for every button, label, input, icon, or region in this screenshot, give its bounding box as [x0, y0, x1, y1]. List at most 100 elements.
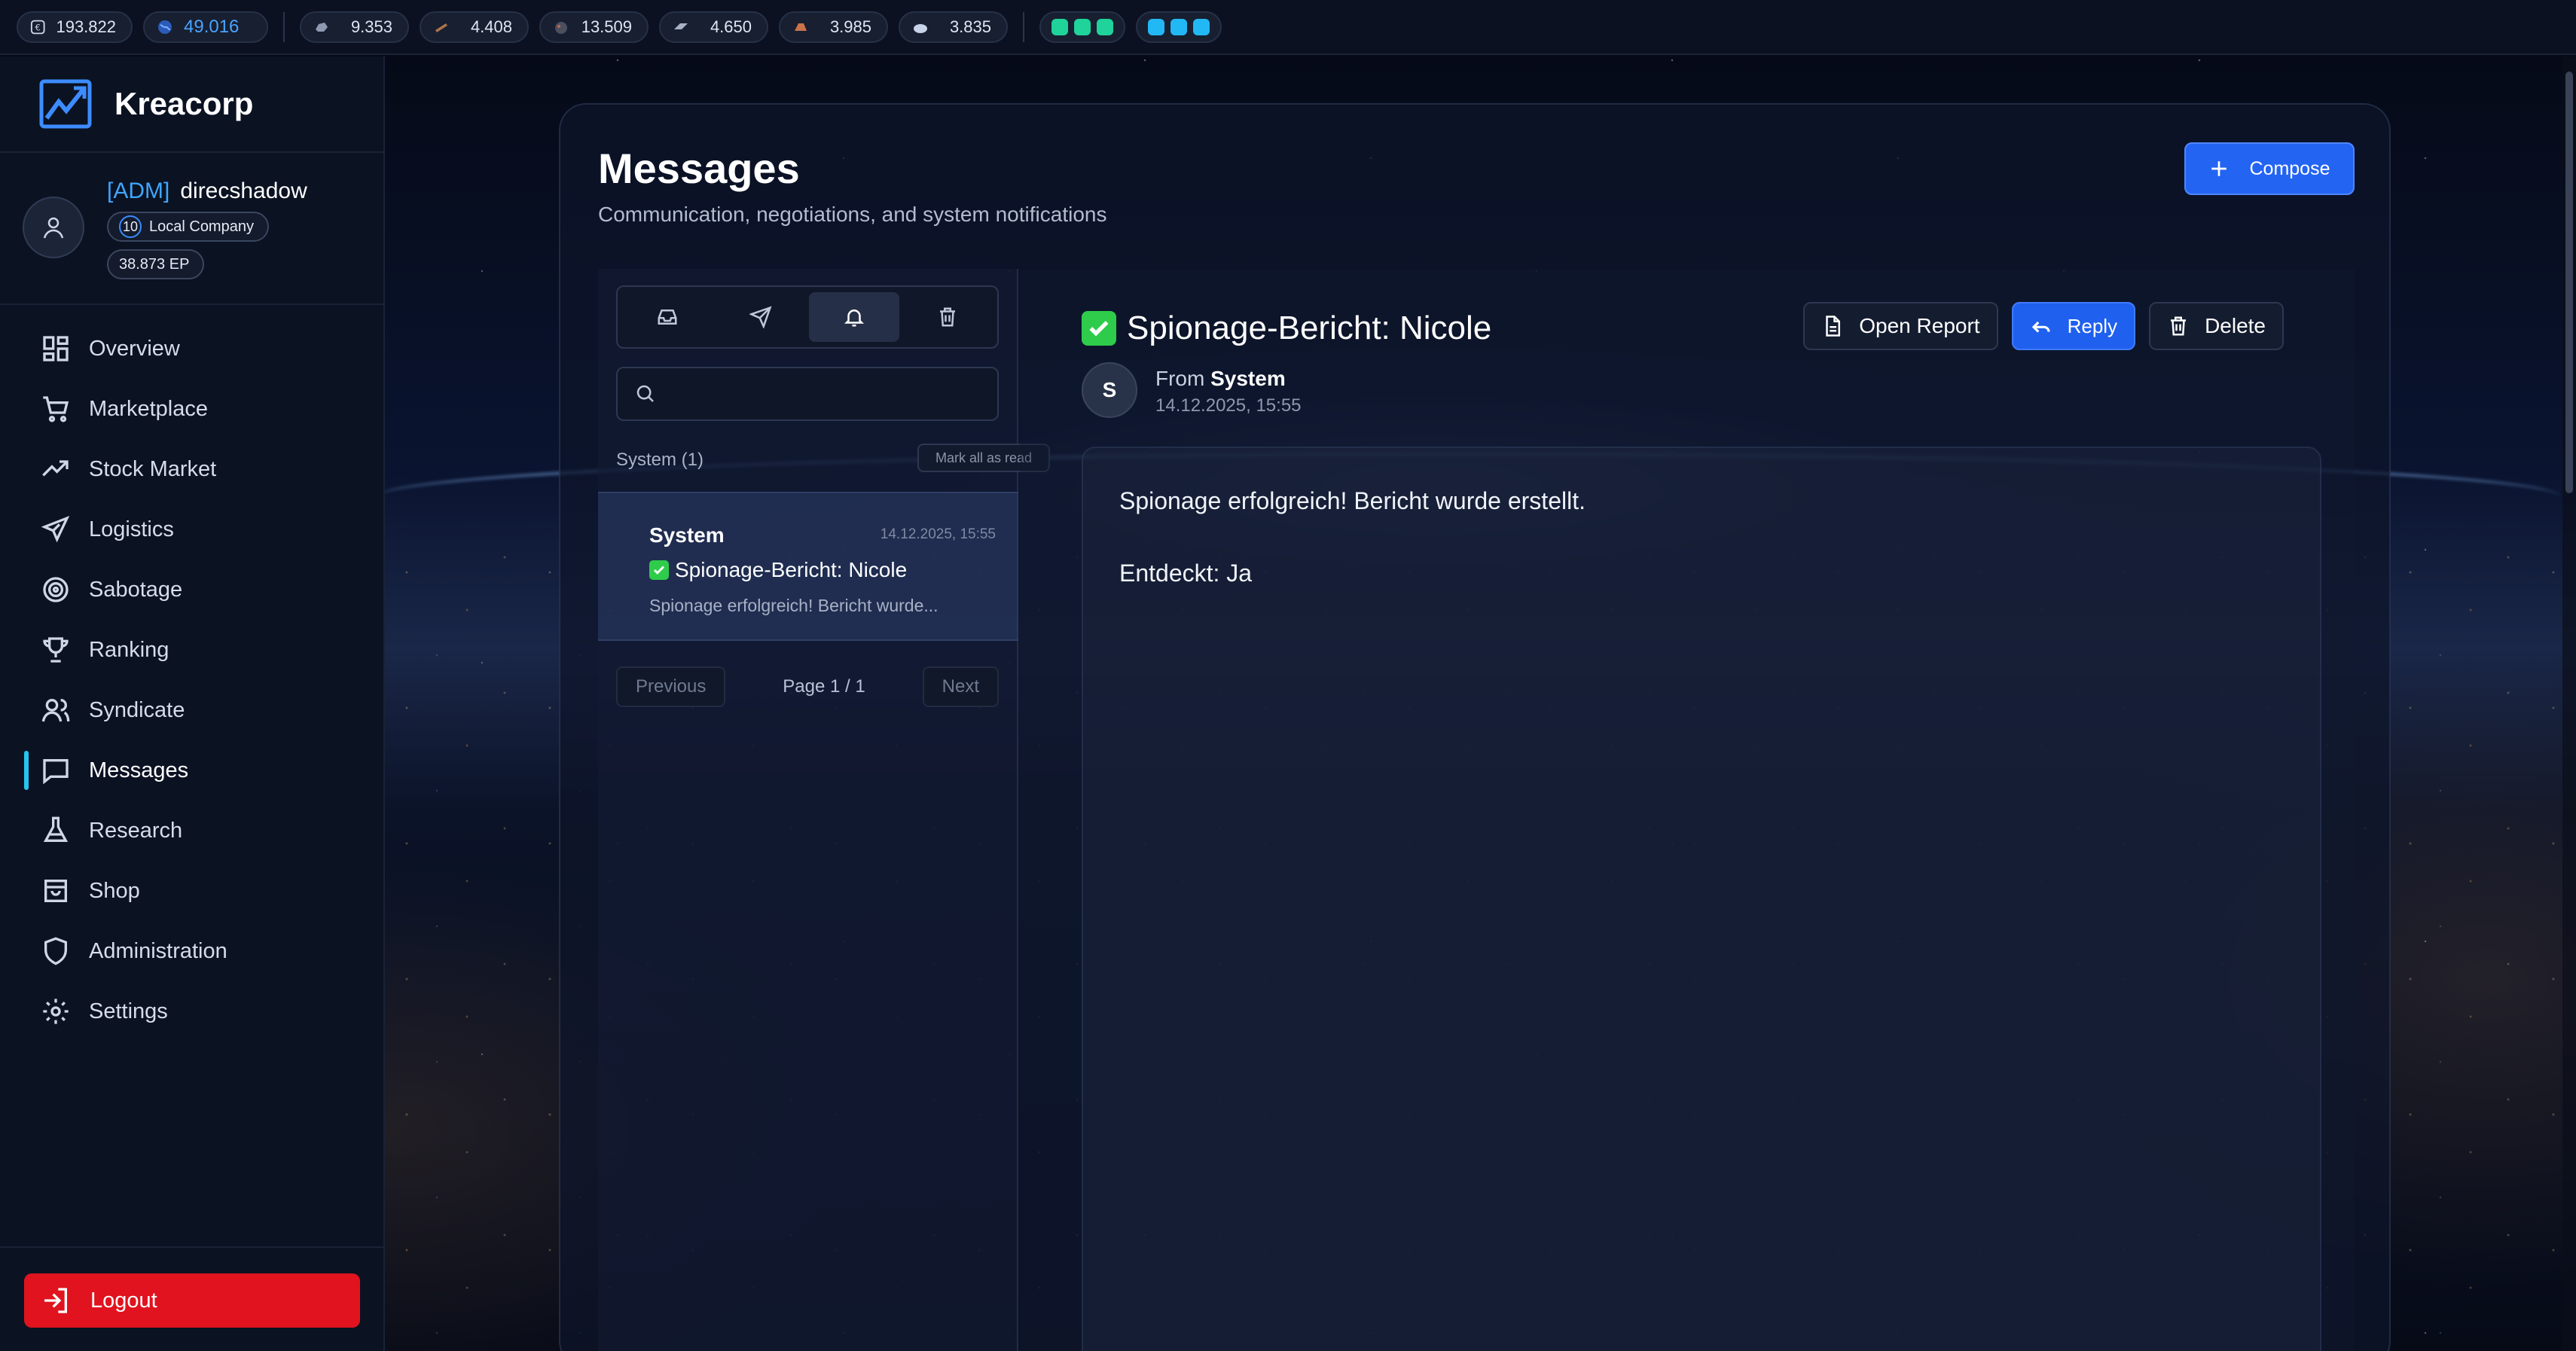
search-input[interactable] — [669, 371, 997, 416]
company-type: Local Company — [149, 218, 254, 235]
list-item-subject: Spionage-Bericht: Nicole — [649, 558, 907, 582]
sender-line: From System — [1155, 367, 1302, 391]
nav-item-ranking[interactable]: Ranking — [0, 620, 383, 680]
logout-button[interactable]: Logout — [24, 1273, 360, 1328]
trend-up-icon — [42, 460, 69, 477]
nav-item-syndicate[interactable]: Syndicate — [0, 680, 383, 740]
nav-label: Shop — [89, 878, 140, 903]
from-prefix: From — [1155, 367, 1205, 390]
nav-item-shop[interactable]: Shop — [0, 861, 383, 921]
ore-icon — [555, 21, 567, 34]
grid-icon — [43, 336, 69, 361]
open-report-label: Open Report — [1859, 314, 1980, 337]
money-icon: € — [30, 20, 45, 34]
brand[interactable]: Kreacorp — [0, 56, 383, 153]
body-paragraph: Entdeckt: Ja — [1119, 560, 1253, 587]
gear-icon — [43, 999, 69, 1024]
nav-label: Sabotage — [89, 577, 183, 602]
cart-icon — [43, 396, 69, 422]
nav-item-stock-market[interactable]: Stock Market — [0, 439, 383, 499]
status-dot — [1148, 18, 1164, 35]
check-mark-icon — [1082, 311, 1116, 346]
material-value: 4.650 — [710, 17, 752, 36]
status-dot — [1097, 18, 1113, 35]
tab-inbox[interactable] — [622, 292, 713, 342]
user-card: [ADM] direcshadow 10 Local Company 38.873… — [0, 153, 383, 305]
compose-label: Compose — [2249, 157, 2330, 179]
material-value: 3.985 — [829, 17, 871, 36]
scrollbar[interactable] — [2562, 56, 2576, 1351]
nav-label: Syndicate — [89, 697, 185, 722]
compose-button[interactable]: Compose — [2184, 142, 2355, 195]
list-item[interactable]: System 14.12.2025, 15:55 Spionage-Berich… — [598, 492, 1018, 641]
send-icon — [749, 306, 772, 328]
tab-sent[interactable] — [716, 292, 806, 342]
reply-button[interactable]: Reply — [2011, 302, 2136, 350]
check-mark-icon — [649, 560, 669, 580]
list-item-date: 14.12.2025, 15:55 — [880, 526, 996, 542]
resource-material-5: 3.985 — [779, 11, 888, 43]
avatar[interactable] — [23, 197, 84, 258]
sender-avatar: S — [1082, 362, 1137, 418]
nav-label: Marketplace — [89, 396, 208, 421]
previous-page-button[interactable]: Previous — [616, 666, 726, 707]
status-indicators-green — [1039, 11, 1125, 43]
nav-item-logistics[interactable]: Logistics — [0, 499, 383, 560]
status-dot — [1051, 18, 1068, 35]
nav-item-marketplace[interactable]: Marketplace — [0, 379, 383, 439]
resource-money: € 193.822 — [17, 11, 133, 43]
user-name-line: [ADM] direcshadow — [107, 178, 307, 204]
status-indicators-blue — [1136, 11, 1222, 43]
trash-icon — [2171, 316, 2187, 336]
plane-icon — [41, 515, 70, 543]
page-title: Messages — [598, 145, 800, 192]
resource-material-4: 4.650 — [659, 11, 768, 43]
target-icon — [43, 577, 69, 602]
nav-label: Logistics — [89, 517, 174, 541]
nav-item-sabotage[interactable]: Sabotage — [0, 560, 383, 620]
document-icon — [1826, 316, 1841, 337]
next-page-button[interactable]: Next — [922, 666, 999, 707]
shopping-bag-icon — [44, 880, 67, 902]
inbox-icon — [658, 310, 677, 325]
nav-item-research[interactable]: Research — [0, 801, 383, 861]
message-icon — [43, 759, 69, 785]
messages-panel: Messages Communication, negotiations, an… — [559, 103, 2391, 1351]
level-badge: 10 — [119, 215, 142, 238]
nav-label: Stock Market — [89, 456, 217, 481]
scrollbar-thumb[interactable] — [2565, 72, 2573, 493]
ep-badge: 38.873 EP — [107, 249, 205, 279]
money-value: 193.822 — [56, 17, 116, 36]
open-report-button[interactable]: Open Report — [1803, 302, 1998, 350]
metal-icon — [674, 23, 688, 29]
nav-item-administration[interactable]: Administration — [0, 921, 383, 981]
delete-button[interactable]: Delete — [2149, 302, 2284, 350]
nav-item-settings[interactable]: Settings — [0, 981, 383, 1041]
logout-icon — [44, 1288, 67, 1313]
message-subject: Spionage-Bericht: Nicole — [1127, 310, 1492, 346]
username: direcshadow — [180, 178, 307, 203]
nav-label: Overview — [89, 336, 180, 361]
status-dot — [1170, 18, 1187, 35]
list-item-sender: System — [649, 523, 725, 547]
nav-label: Research — [89, 818, 183, 843]
list-item-subject-text: Spionage-Bericht: Nicole — [675, 558, 908, 581]
user-icon — [43, 217, 64, 239]
nav-item-overview[interactable]: Overview — [0, 319, 383, 379]
status-dot — [1074, 18, 1091, 35]
brand-name: Kreacorp — [114, 86, 254, 121]
folder-tabs — [616, 285, 999, 349]
users-icon — [41, 699, 70, 722]
nav-item-messages[interactable]: Messages — [0, 740, 383, 801]
company-badge: 10 Local Company — [107, 212, 269, 242]
chart-logo-icon — [39, 79, 92, 129]
tab-system[interactable] — [809, 292, 899, 342]
message-actions: Open Report Reply Delete — [1803, 302, 2284, 350]
search-field[interactable] — [616, 367, 999, 421]
nav-label: Ranking — [89, 637, 169, 662]
message-date: 14.12.2025, 15:55 — [1155, 395, 1302, 416]
topbar-divider — [283, 11, 285, 42]
copper-icon — [795, 23, 807, 31]
folder-label: System (1) — [616, 450, 704, 470]
tab-trash[interactable] — [902, 292, 993, 342]
